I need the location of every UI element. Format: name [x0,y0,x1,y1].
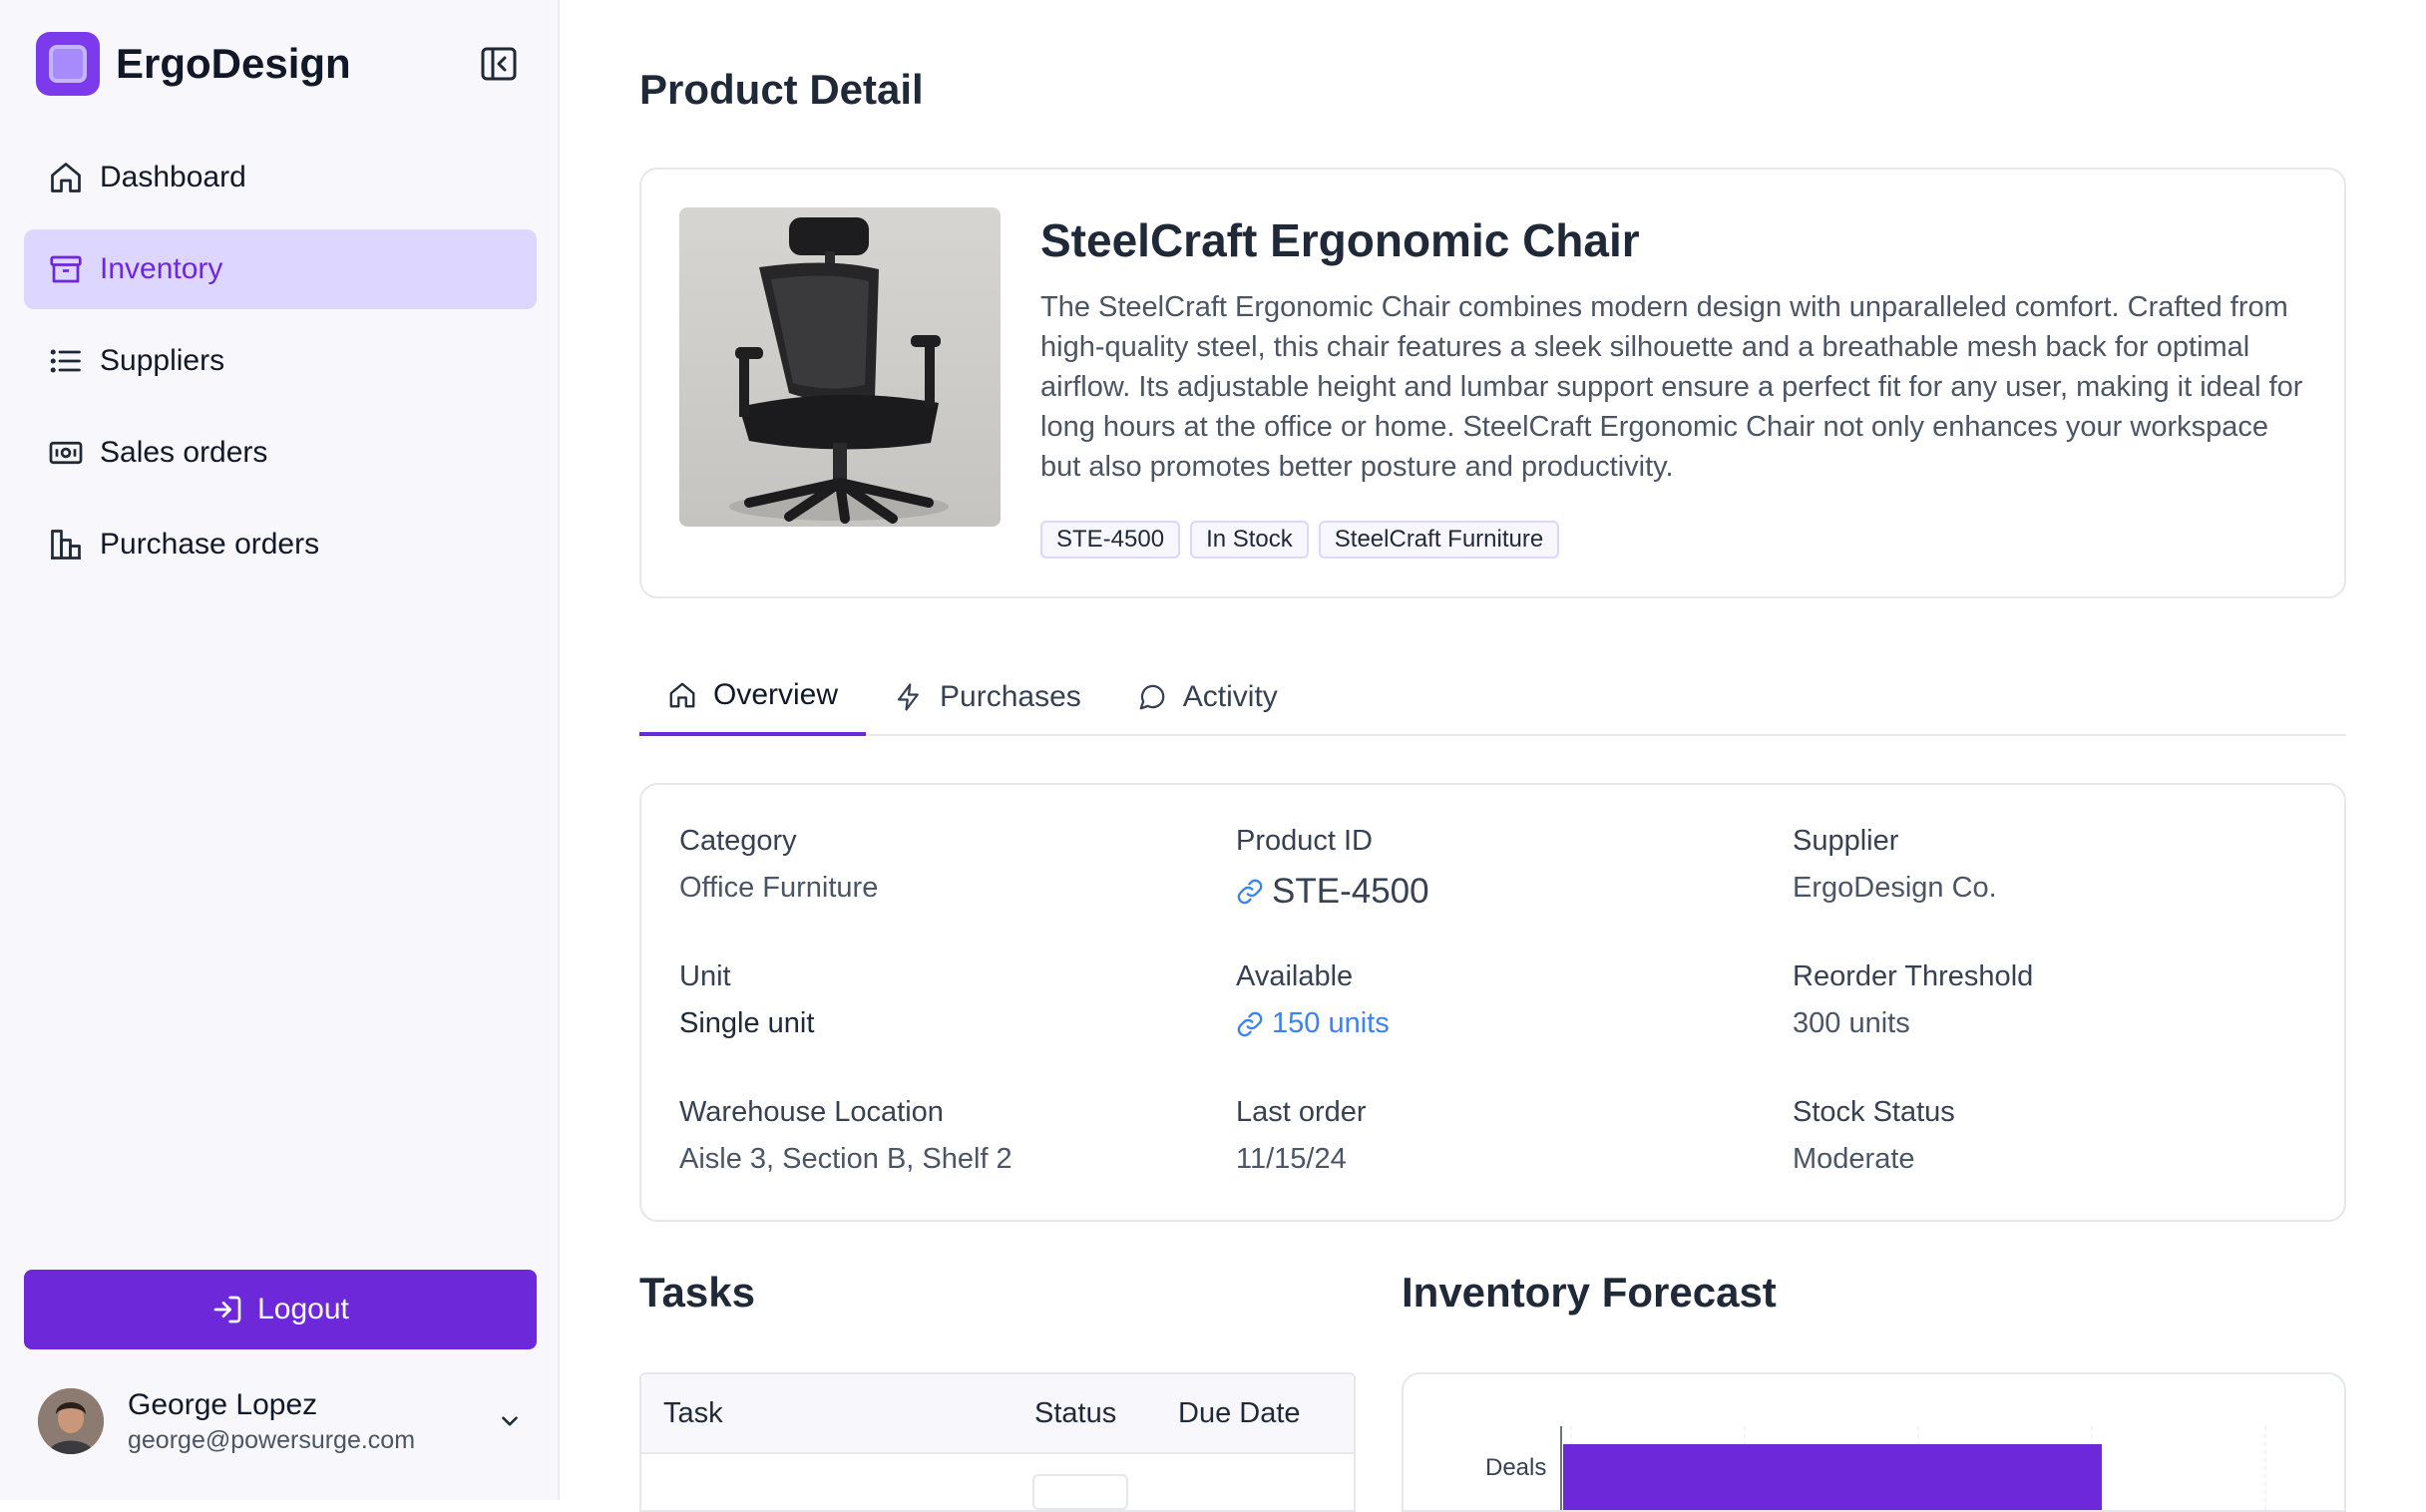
user-name: George Lopez [128,1387,318,1421]
field-label: Supplier [1793,825,1899,857]
field-supplier: Supplier ErgoDesign Co. [1793,825,1997,905]
detail-tabs: Overview Purchases Activity [639,658,2346,736]
sidebar-item-suppliers[interactable]: Suppliers [24,321,537,401]
column-header-due-date[interactable]: Due Date [1178,1397,1301,1430]
sidebar-item-label: Suppliers [100,344,225,377]
brand[interactable]: ErgoDesign [36,32,351,96]
tasks-title: Tasks [639,1269,755,1316]
table-row[interactable] [1032,1474,1128,1510]
list-icon [46,341,86,381]
lightning-icon [894,681,926,713]
building-icon [46,525,86,565]
tab-label: Activity [1182,680,1278,713]
sidebar-item-inventory[interactable]: Inventory [24,229,537,309]
login-arrow-icon [211,1293,245,1326]
overview-details: Category Office Furniture Product ID STE… [639,783,2346,1222]
field-value: Moderate [1793,1143,1915,1175]
field-value: Office Furniture [679,872,879,904]
field-value: 300 units [1793,1007,1910,1039]
field-value: ErgoDesign Co. [1793,872,1997,904]
sidebar-item-purchase-orders[interactable]: Purchase orders [24,505,537,584]
tab-label: Purchases [940,680,1081,713]
field-available: Available 150 units [1236,960,1390,1040]
home-icon [667,679,699,711]
sidebar-item-sales-orders[interactable]: Sales orders [24,413,537,493]
field-unit: Unit Single unit [679,960,814,1040]
archive-icon [46,249,86,289]
sidebar-collapse-icon [481,47,517,81]
tag-stock: In Stock [1190,521,1309,559]
field-label: Last order [1236,1096,1367,1128]
brand-name: ErgoDesign [116,40,351,87]
column-header-status[interactable]: Status [1034,1397,1116,1430]
field-product-id: Product ID STE-4500 [1236,825,1429,912]
field-label: Reorder Threshold [1793,960,2034,992]
field-value: STE-4500 [1272,872,1429,911]
forecast-bar-deals [1563,1444,2102,1510]
banknote-icon [46,433,86,473]
product-name: SteelCraft Ergonomic Chair [1040,214,1640,266]
chat-bubble-icon [1137,681,1169,713]
field-value: Single unit [679,1007,815,1039]
field-label: Available [1236,960,1354,992]
field-reorder-threshold: Reorder Threshold 300 units [1793,960,2033,1040]
field-label: Warehouse Location [679,1096,944,1128]
product-card: SteelCraft Ergonomic Chair The SteelCraf… [639,168,2346,598]
brand-logo-icon [36,32,100,96]
field-category: Category Office Furniture [679,825,878,905]
field-label: Unit [679,960,731,992]
chevron-down-icon[interactable] [493,1404,527,1438]
tasks-table: Task Status Due Date [639,1372,1356,1512]
product-image [679,207,1001,527]
field-last-order: Last order 11/15/24 [1236,1096,1367,1176]
forecast-chart: Deals [1402,1372,2346,1512]
avatar [38,1388,104,1454]
product-tags: STE-4500 In Stock SteelCraft Furniture [1040,521,1569,559]
field-stock-status: Stock Status Moderate [1793,1096,1955,1176]
user-email: george@powersurge.com [128,1425,416,1454]
product-id-link[interactable]: STE-4500 [1236,872,1429,912]
column-header-task[interactable]: Task [663,1397,723,1430]
main-content: Product Detail SteelCraft Ergonomic Chai… [560,0,2426,1512]
home-icon [46,158,86,197]
logout-button[interactable]: Logout [24,1270,537,1349]
sidebar-item-label: Sales orders [100,436,268,469]
tab-purchases[interactable]: Purchases [866,658,1109,736]
field-value: 11/15/24 [1236,1143,1347,1175]
field-label: Stock Status [1793,1096,1955,1128]
table-header: Task Status Due Date [641,1374,1354,1454]
tag-brand: SteelCraft Furniture [1318,521,1560,559]
tab-overview[interactable]: Overview [639,658,867,736]
forecast-title: Inventory Forecast [1402,1269,1777,1316]
tag-sku: STE-4500 [1040,521,1181,559]
sidebar-item-label: Inventory [100,252,223,285]
field-value: 150 units [1272,1007,1390,1039]
forecast-row-label: Deals [1485,1454,1547,1481]
sidebar: ErgoDesign Dashboard Inventory Suppliers [0,0,560,1500]
collapse-sidebar-button[interactable] [479,46,519,82]
link-icon [1236,877,1266,907]
tab-activity[interactable]: Activity [1109,658,1306,736]
tab-label: Overview [713,678,839,711]
sidebar-item-label: Purchase orders [100,528,320,561]
sidebar-item-label: Dashboard [100,161,246,193]
field-label: Product ID [1236,825,1373,857]
sidebar-item-dashboard[interactable]: Dashboard [24,138,537,217]
available-link[interactable]: 150 units [1236,1007,1390,1040]
logout-label: Logout [257,1293,349,1325]
sidebar-nav: Dashboard Inventory Suppliers Sales orde… [24,138,537,596]
page-title: Product Detail [639,66,924,113]
field-warehouse-location: Warehouse Location Aisle 3, Section B, S… [679,1096,1012,1176]
product-description: The SteelCraft Ergonomic Chair combines … [1040,291,2303,483]
link-icon [1236,1009,1266,1039]
field-value: Aisle 3, Section B, Shelf 2 [679,1143,1012,1175]
field-label: Category [679,825,797,857]
user-menu[interactable]: George Lopez george@powersurge.com [38,1386,527,1456]
